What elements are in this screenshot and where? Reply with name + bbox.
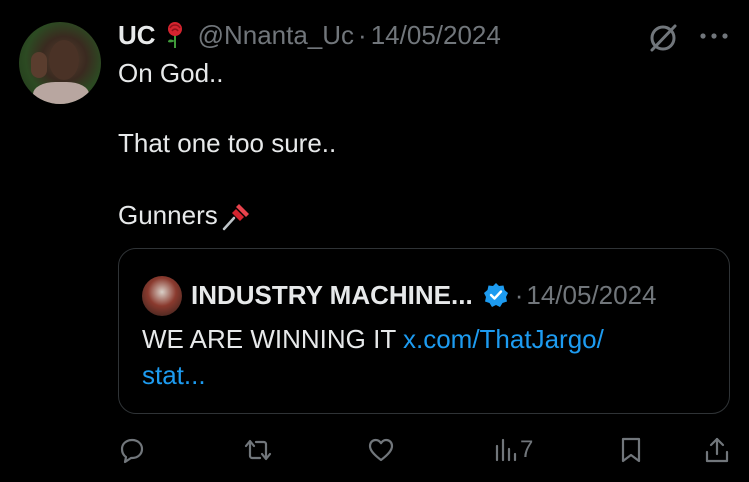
quoted-link-continued[interactable]: stat... (142, 360, 206, 390)
post-text-line-1: On God.. (118, 58, 224, 88)
grok-icon[interactable] (646, 21, 680, 55)
share-button[interactable] (704, 434, 730, 466)
quoted-link[interactable]: x.com/ThatJargo/ (403, 324, 604, 354)
views-icon (495, 438, 517, 462)
quoted-post-header: INDUSTRY MACHINE... · 14/05/2024 (191, 277, 657, 313)
quoted-post-date[interactable]: 14/05/2024 (526, 280, 656, 311)
post-date[interactable]: 14/05/2024 (371, 20, 501, 51)
quoted-post-text: WE ARE WINNING IT x.com/ThatJargo/stat..… (142, 321, 702, 393)
reply-button[interactable] (118, 434, 146, 466)
share-icon (705, 437, 729, 463)
verified-badge-icon (483, 282, 509, 308)
repost-button[interactable] (244, 434, 272, 466)
avatar-hand (31, 52, 47, 78)
post-text-line-3: Gunners (118, 200, 218, 230)
reply-icon (120, 438, 144, 464)
avatar-face (49, 40, 79, 80)
views-button[interactable]: 7 (494, 434, 533, 466)
post-text-line-3-wrap: Gunners (118, 200, 252, 231)
repost-icon (244, 439, 272, 461)
author-handle[interactable]: @Nnanta_Uc (198, 20, 354, 51)
views-count: 7 (520, 436, 534, 463)
author-name[interactable]: UC (118, 20, 156, 51)
rose-emoji-icon (164, 21, 186, 49)
quoted-text-body: WE ARE WINNING IT (142, 324, 403, 354)
pushpin-emoji-icon (220, 201, 252, 231)
quoted-header-separator: · (514, 279, 524, 310)
more-icon[interactable] (694, 21, 734, 51)
like-icon (368, 438, 394, 462)
quoted-author-avatar[interactable] (142, 276, 182, 316)
bookmark-icon (621, 437, 641, 463)
author-avatar[interactable] (19, 22, 101, 104)
like-button[interactable] (367, 434, 395, 466)
header-separator: · (358, 19, 367, 50)
post-header: UC @Nnanta_Uc · 14/05/2024 (118, 17, 501, 53)
post-text-line-2: That one too sure.. (118, 128, 337, 158)
quoted-author-name[interactable]: INDUSTRY MACHINE... (191, 280, 473, 311)
avatar-shirt (33, 82, 89, 104)
quoted-post-card[interactable]: INDUSTRY MACHINE... · 14/05/2024 WE ARE … (118, 248, 730, 414)
bookmark-button[interactable] (618, 434, 644, 466)
